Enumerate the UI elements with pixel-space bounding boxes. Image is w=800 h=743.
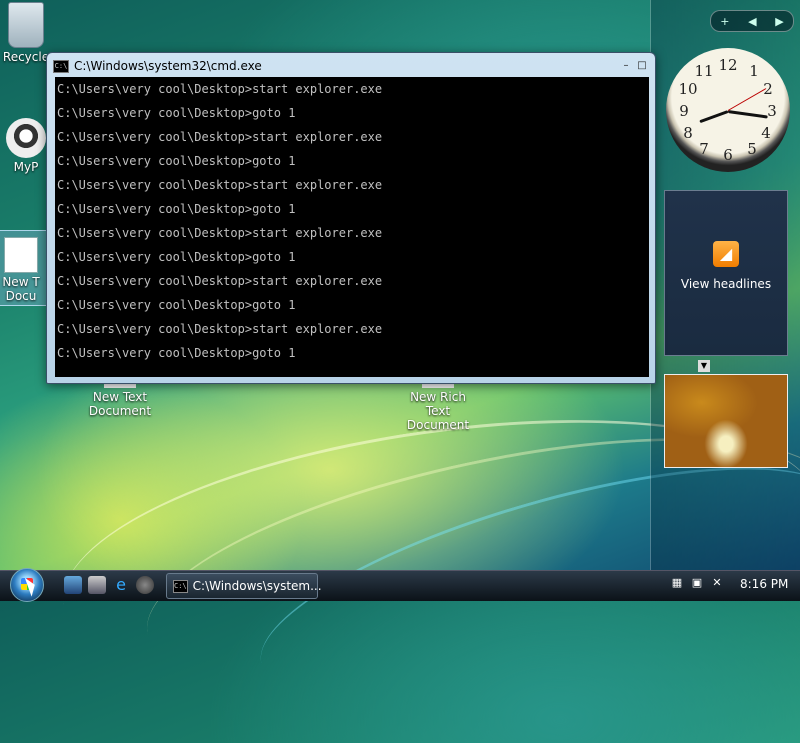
- prev-gadget-button[interactable]: ◀: [748, 15, 756, 28]
- desktop-icon-new-rich-text-document[interactable]: New Rich Text Document: [400, 384, 476, 432]
- feed-headlines-gadget[interactable]: ◢ View headlines: [664, 190, 788, 356]
- switch-windows-icon[interactable]: [88, 576, 106, 594]
- desktop-icon-label: Recycle: [2, 50, 50, 64]
- rich-text-document-icon: [422, 384, 454, 388]
- desktop-icon-new-text-document[interactable]: New Text Document: [82, 384, 158, 418]
- cmd-window[interactable]: C:\ C:\Windows\system32\cmd.exe – □ C:\U…: [46, 52, 656, 384]
- taskbar-clock[interactable]: 8:16 PM: [740, 577, 788, 591]
- console-line: C:\Users\very cool\Desktop>goto 1: [57, 298, 296, 312]
- console-line: C:\Users\very cool\Desktop>goto 1: [57, 106, 296, 120]
- raccoon-icon: [6, 118, 46, 158]
- clock-number: 9: [679, 102, 689, 120]
- add-gadget-button[interactable]: +: [720, 15, 729, 28]
- maximize-button[interactable]: □: [635, 59, 649, 73]
- console-line: C:\Users\very cool\Desktop>goto 1: [57, 154, 296, 168]
- desktop-icon-label: MyP: [13, 160, 39, 174]
- console-line: C:\Users\very cool\Desktop>start explore…: [57, 274, 383, 288]
- console-line: C:\Users\very cool\Desktop>goto 1: [57, 250, 296, 264]
- slideshow-gadget[interactable]: [664, 374, 788, 468]
- text-document-icon: [104, 384, 136, 388]
- cmd-icon: C:\: [173, 579, 188, 593]
- cmd-window-title: C:\Windows\system32\cmd.exe: [74, 59, 262, 73]
- console-line: C:\Users\very cool\Desktop>start explore…: [57, 82, 383, 96]
- minimize-button[interactable]: –: [619, 59, 633, 73]
- console-line: C:\Users\very cool\Desktop>goto 1: [57, 202, 296, 216]
- clock-number: 6: [723, 146, 733, 164]
- gadget-scroll-down-button[interactable]: ▼: [698, 360, 710, 372]
- console-line: C:\Users\very cool\Desktop>goto 1: [57, 346, 296, 360]
- clock-number: 10: [678, 80, 698, 98]
- rss-icon: ◢: [713, 241, 739, 267]
- clock-number: 5: [747, 140, 757, 158]
- internet-explorer-icon[interactable]: e: [112, 576, 130, 594]
- clock-number: 2: [763, 80, 773, 98]
- sidebar-controls: + ◀ ▶: [710, 10, 794, 32]
- sidebar-tray-icon[interactable]: ▦: [670, 576, 684, 590]
- clock-number: 12: [718, 56, 738, 74]
- clock-second-hand: [727, 88, 767, 111]
- console-line: C:\Users\very cool\Desktop>start explore…: [57, 130, 383, 144]
- recycle-bin-icon: [8, 2, 44, 48]
- network-icon[interactable]: ▣: [690, 576, 704, 590]
- console-line: C:\Users\very cool\Desktop>start explore…: [57, 322, 383, 336]
- console-line: C:\Users\very cool\Desktop>start explore…: [57, 226, 383, 240]
- cmd-titlebar[interactable]: C:\ C:\Windows\system32\cmd.exe – □: [53, 57, 649, 75]
- clock-number: 8: [683, 124, 693, 142]
- system-tray: ▦ ▣ ✕: [670, 576, 724, 590]
- taskbar-button-cmd[interactable]: C:\ C:\Windows\system...: [166, 573, 322, 599]
- clock-hour-hand: [699, 110, 729, 124]
- clock-number: 7: [699, 140, 709, 158]
- text-document-icon: [4, 237, 38, 273]
- desktop-icon-label: New Text Document: [88, 390, 152, 418]
- clock-gadget[interactable]: 12 1 2 3 4 5 6 7 8 9 10 11: [666, 48, 790, 172]
- view-headlines-label[interactable]: View headlines: [665, 277, 787, 291]
- window-controls: – □: [619, 59, 649, 73]
- taskbar-button-label: C:\Windows\system...: [192, 579, 322, 593]
- console-output[interactable]: C:\Users\very cool\Desktop>start explore…: [55, 77, 649, 377]
- show-desktop-icon[interactable]: [64, 576, 82, 594]
- clock-number: 1: [749, 62, 759, 80]
- volume-muted-icon[interactable]: ✕: [710, 576, 724, 590]
- media-player-icon[interactable]: [136, 576, 154, 594]
- cmd-icon: C:\: [53, 59, 69, 73]
- console-line: C:\Users\very cool\Desktop>start explore…: [57, 178, 383, 192]
- desktop-icon-label: New Rich Text Document: [406, 390, 470, 432]
- desktop-icon-label: New T Docu: [2, 275, 40, 303]
- next-gadget-button[interactable]: ▶: [775, 15, 783, 28]
- clock-number: 11: [694, 62, 714, 80]
